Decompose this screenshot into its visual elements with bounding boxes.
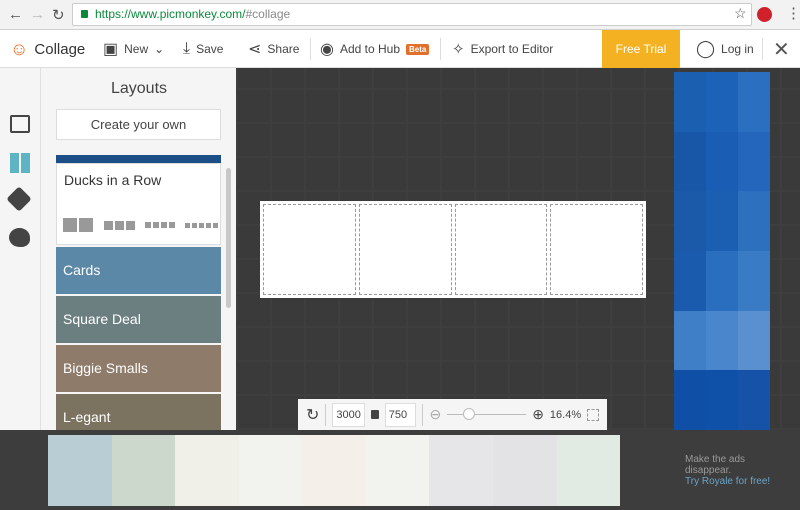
save-button[interactable]: ⤓ Save — [183, 30, 223, 68]
layout-3-option[interactable] — [104, 221, 135, 230]
ad-swatch — [302, 435, 366, 506]
new-image-icon: ▣ — [103, 41, 119, 58]
side-ad[interactable] — [674, 72, 770, 430]
browser-toolbar: ← → ↻ https://www.picmonkey.com/#collage… — [0, 0, 800, 30]
bookmark-star-icon[interactable]: ☆ — [734, 5, 747, 22]
new-button[interactable]: ▣ New ⌄ — [103, 30, 164, 68]
collage-cell[interactable] — [263, 204, 356, 295]
add-to-hub-button[interactable]: ◉ Add to Hub Beta — [320, 30, 430, 68]
layout-2-option[interactable] — [63, 218, 93, 232]
ad-swatch — [429, 435, 493, 506]
ad-block — [674, 191, 706, 251]
layouts-panel: Layouts Create your own Ducks in a Row C… — [40, 68, 236, 430]
layout-ducks-in-a-row[interactable]: Ducks in a Row — [56, 163, 221, 245]
divider — [440, 38, 441, 60]
ad-swatch — [556, 435, 621, 506]
ad-swatch — [365, 435, 430, 506]
app-header: ☺ Collage ▣ New ⌄ ⤓ Save ⋖ Share ◉ Add to Hub B… — [0, 30, 800, 68]
layout-5-option[interactable] — [185, 223, 218, 228]
fullscreen-icon[interactable] — [587, 408, 599, 421]
divider — [762, 38, 763, 60]
ad-block — [706, 310, 738, 371]
zoom-level: 16.4% — [549, 408, 582, 421]
layout-cards[interactable]: Cards — [56, 247, 221, 294]
beta-badge: Beta — [406, 43, 430, 55]
ad-swatch — [238, 435, 303, 506]
hub-icon: ◉ — [320, 41, 334, 58]
monkey-icon: ☺ — [10, 38, 29, 59]
create-your-own-button[interactable]: Create your own — [56, 109, 221, 140]
try-royale-link[interactable]: Try Royale for free! — [685, 476, 785, 487]
ad-block — [738, 310, 770, 371]
ad-block — [674, 72, 706, 132]
photos-icon[interactable] — [10, 115, 30, 133]
back-icon[interactable]: ← — [8, 6, 23, 23]
ad-block — [738, 72, 770, 132]
ad-block — [674, 370, 706, 430]
rotate-icon[interactable]: ↻ — [306, 405, 319, 425]
layout-l-egant[interactable]: L-egant — [56, 394, 221, 430]
share-icon: ⋖ — [248, 41, 262, 58]
collage-cell[interactable] — [358, 204, 452, 295]
zoom-slider[interactable] — [447, 408, 527, 420]
layouts-icon[interactable] — [10, 153, 30, 173]
export-to-editor-button[interactable]: ✧ Export to Editor — [452, 30, 553, 68]
zoom-out-icon[interactable]: ⊖ — [429, 406, 441, 423]
layout-square-deal[interactable]: Square Deal — [56, 296, 221, 343]
login-button[interactable]: ◯ Log in — [696, 30, 754, 68]
panel-scrollbar[interactable] — [226, 168, 231, 308]
ad-block — [674, 250, 706, 311]
ad-block — [738, 131, 770, 192]
collage-canvas — [260, 201, 646, 298]
ad-upsell: Make the ads disappear. Try Royale for f… — [685, 454, 785, 487]
save-icon: ⤓ — [183, 40, 191, 57]
free-trial-button[interactable]: Free Trial — [602, 30, 680, 68]
ad-block — [674, 310, 706, 371]
ad-block — [706, 250, 738, 311]
palette-icon[interactable] — [9, 228, 30, 247]
embellishments-icon[interactable] — [6, 186, 32, 212]
ad-banner[interactable] — [48, 435, 621, 506]
width-input[interactable]: 3000 — [332, 402, 365, 427]
pinterest-icon[interactable] — [757, 7, 772, 22]
layout-biggie-smalls[interactable]: Biggie Smalls — [56, 345, 221, 392]
lock-icon — [81, 10, 88, 18]
address-bar[interactable]: https://www.picmonkey.com/#collage — [72, 3, 752, 26]
reload-icon[interactable]: ↻ — [52, 6, 65, 24]
ad-block — [706, 72, 738, 132]
ad-block — [706, 370, 738, 430]
ad-block — [738, 250, 770, 311]
forward-icon[interactable]: → — [30, 6, 45, 23]
zoom-slider-handle[interactable] — [463, 408, 476, 420]
ad-block — [738, 191, 770, 251]
ad-block — [706, 131, 738, 192]
ad-block — [674, 131, 706, 192]
zoom-in-icon[interactable]: ⊕ — [532, 406, 544, 423]
ad-block — [706, 191, 738, 251]
collage-logo[interactable]: ☺ Collage — [10, 30, 85, 68]
collage-cell[interactable] — [454, 204, 548, 295]
layout-4-option[interactable] — [145, 222, 175, 228]
lock-icon[interactable] — [370, 410, 379, 419]
height-input[interactable]: 750 — [384, 402, 417, 427]
close-icon[interactable]: ✕ — [773, 30, 790, 68]
magic-wand-icon: ✧ — [452, 41, 465, 58]
divider — [310, 38, 311, 60]
menu-icon[interactable]: ⋮ — [786, 4, 800, 22]
collage-cell[interactable] — [550, 204, 643, 295]
ad-swatch — [492, 435, 557, 506]
ad-swatch — [175, 435, 239, 506]
canvas-toolbar: ↻ 3000 750 ⊖ ⊕ 16.4% — [298, 399, 607, 430]
ad-block — [738, 370, 770, 430]
user-icon: ◯ — [696, 39, 716, 58]
tool-rail — [0, 68, 40, 430]
ad-swatch — [48, 435, 112, 506]
panel-title: Layouts — [110, 80, 168, 97]
chevron-down-icon: ⌄ — [154, 42, 165, 56]
share-button[interactable]: ⋖ Share — [248, 30, 299, 68]
ad-swatch — [111, 435, 176, 506]
